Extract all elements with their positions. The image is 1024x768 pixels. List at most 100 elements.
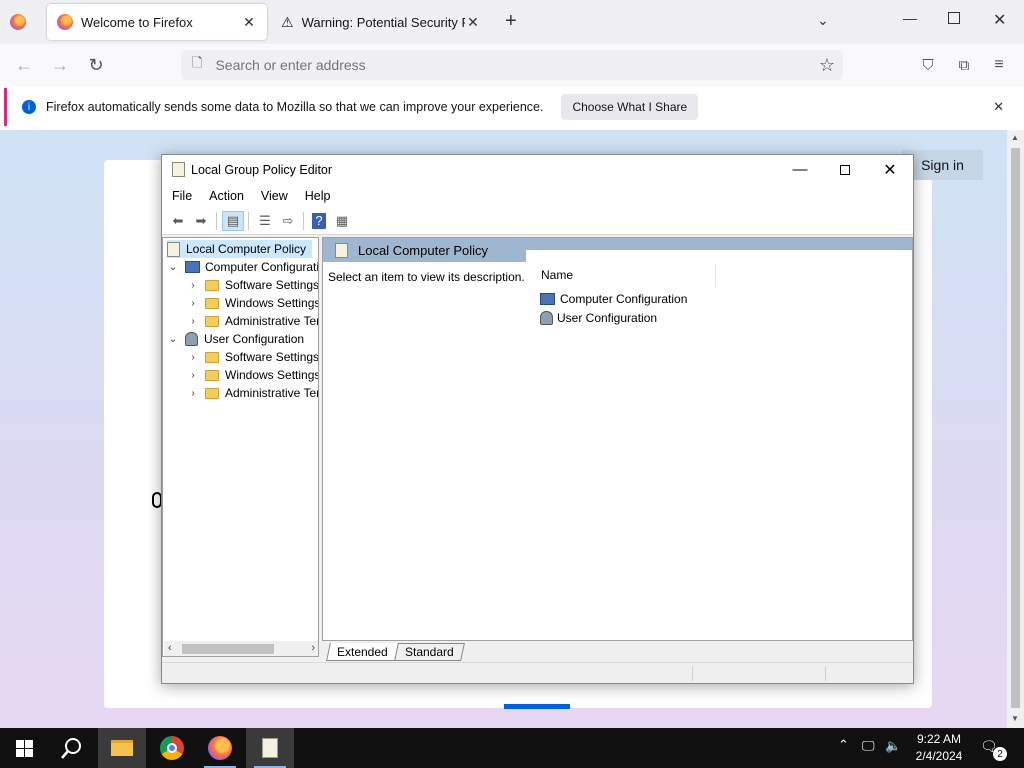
taskbar: ⌃ 🖵 🔈 🗨 2 [0,728,1024,768]
description-text: Select an item to view its description. [328,270,525,284]
forward-icon[interactable]: → [47,52,73,78]
back-icon[interactable]: ← [11,52,37,78]
close-notification-icon[interactable]: ✕ [993,99,1004,115]
extensions-icon[interactable]: ⧉ [951,52,977,78]
computer-icon [185,261,200,273]
chevron-down-icon[interactable]: ⌄ [167,334,179,345]
tree-item-local-computer-policy[interactable]: Local Computer Policy [167,240,313,258]
progress-indicator [504,704,570,709]
bookmark-star-icon[interactable]: ☆ [819,55,835,76]
computer-icon [540,293,555,305]
tree-item-administrative-templates[interactable]: › Administrative Templates [187,384,318,402]
new-tab-icon[interactable]: + [505,10,517,33]
choose-what-i-share-button[interactable]: Choose What I Share [561,94,699,120]
pocket-icon[interactable]: ⛉ [915,52,941,78]
close-tab-icon[interactable]: ✕ [241,14,257,31]
menu-bar: File Action View Help [162,184,913,207]
chevron-down-icon[interactable]: ⌄ [167,262,179,273]
tab-warning[interactable]: ⚠ Warning: Potential Security Risk Ahead… [271,4,491,40]
forward-arrow-icon[interactable]: ➡ [190,211,212,231]
tree-item-label: Administrative Templates [225,386,318,400]
maximize-icon[interactable] [822,155,868,184]
info-icon: i [22,100,36,114]
toolbar: ⬅ ➡ ▤ ☰ ⇨ ? ▦ [162,207,913,235]
tree-item-computer-configuration[interactable]: ⌄ Computer Configuration [167,258,318,276]
properties-icon[interactable]: ☰ [254,211,276,231]
show-hidden-icons[interactable]: ⌃ [838,737,849,753]
reload-icon[interactable]: ↻ [83,52,109,78]
back-arrow-icon[interactable]: ⬅ [167,211,189,231]
chrome-icon[interactable] [148,728,196,768]
tab-label: Extended [337,644,388,659]
chevron-right-icon[interactable]: › [187,298,199,309]
firefox-icon [57,14,73,30]
tab-label: Warning: Potential Security Risk Ahead [301,14,465,30]
export-list-icon[interactable]: ⇨ [277,211,299,231]
volume-muted-icon[interactable]: 🔈 [885,738,901,754]
file-explorer-icon[interactable] [98,728,146,768]
tree-item-administrative-templates[interactable]: › Administrative Templates [187,312,318,330]
restore-icon[interactable] [948,12,960,24]
address-input[interactable] [213,56,819,74]
page-icon: 🗋 [192,55,203,70]
close-tab-icon[interactable]: ✕ [465,14,481,31]
show-action-pane-icon[interactable]: ▦ [331,211,353,231]
scroll-left-icon[interactable]: ‹ [168,642,172,654]
warning-icon: ⚠ [281,13,294,30]
tree-horizontal-scrollbar[interactable]: ‹ › [164,641,318,656]
show-hide-tree-icon[interactable]: ▤ [222,210,244,231]
chevron-right-icon[interactable]: › [187,352,199,363]
policy-icon [335,242,348,258]
menu-icon[interactable]: ≡ [986,52,1012,78]
tree-item-label: Local Computer Policy [186,242,307,256]
tree-item-user-configuration[interactable]: ⌄ User Configuration [167,330,304,348]
chevron-right-icon[interactable]: › [187,316,199,327]
details-pane: Local Computer Policy Select an item to … [322,237,913,641]
tree-item-label: User Configuration [204,332,305,346]
tab-standard[interactable]: Standard [393,643,465,661]
tree-item-software-settings[interactable]: › Software Settings [187,348,318,366]
column-header-label: Name [541,268,574,282]
list-item-user-configuration[interactable]: User Configuration [540,309,657,327]
folder-icon [205,315,219,327]
list-tabs-icon[interactable]: ⌄ [817,12,829,29]
chevron-right-icon[interactable]: › [187,280,199,291]
search-icon[interactable] [48,728,96,768]
minimize-icon[interactable]: — [903,10,917,26]
chevron-right-icon[interactable]: › [187,370,199,381]
tree-item-windows-settings[interactable]: › Windows Settings [187,294,318,312]
group-policy-taskbar-icon[interactable] [246,728,294,768]
tree-item-windows-settings[interactable]: › Windows Settings [187,366,318,384]
menu-action[interactable]: Action [202,189,251,203]
start-button[interactable] [0,728,48,768]
menu-view[interactable]: View [254,189,295,203]
scroll-thumb[interactable] [182,644,274,654]
list-item-computer-configuration[interactable]: Computer Configuration [540,290,687,308]
network-icon[interactable]: 🖵 [862,738,875,754]
console-tree: Local Computer Policy ⌄ Computer Configu… [162,237,319,657]
page-scrollbar[interactable]: ▲ ▼ [1007,130,1024,728]
firefox-taskbar-icon[interactable] [196,728,244,768]
scroll-right-icon[interactable]: › [311,642,315,654]
url-bar[interactable]: 🗋 ☆ [181,50,843,80]
tab-strip: Welcome to Firefox ✕ ⚠ Warning: Potentia… [0,0,1024,44]
folder-icon [205,279,219,291]
user-icon [185,332,198,346]
tree-item-software-settings[interactable]: › Software Settings [187,276,318,294]
tab-extended[interactable]: Extended [326,643,399,661]
tab-welcome[interactable]: Welcome to Firefox ✕ [47,4,267,40]
help-icon[interactable]: ? [312,212,326,229]
list-item-label: Computer Configuration [560,292,688,306]
close-icon[interactable]: ✕ [867,155,913,184]
minimize-icon[interactable]: — [777,155,823,184]
sign-in-button[interactable]: Sign in [902,150,983,180]
chevron-right-icon[interactable]: › [187,388,199,399]
firefox-view-icon[interactable] [10,14,26,33]
menu-file[interactable]: File [165,189,199,203]
folder-icon [205,297,219,309]
menu-help[interactable]: Help [298,189,338,203]
folder-icon [205,369,219,381]
column-header-name[interactable]: Name [538,264,716,286]
close-window-icon[interactable]: ✕ [993,10,1006,30]
clock[interactable]: 9:22 AM 2/4/2024 [908,731,970,765]
